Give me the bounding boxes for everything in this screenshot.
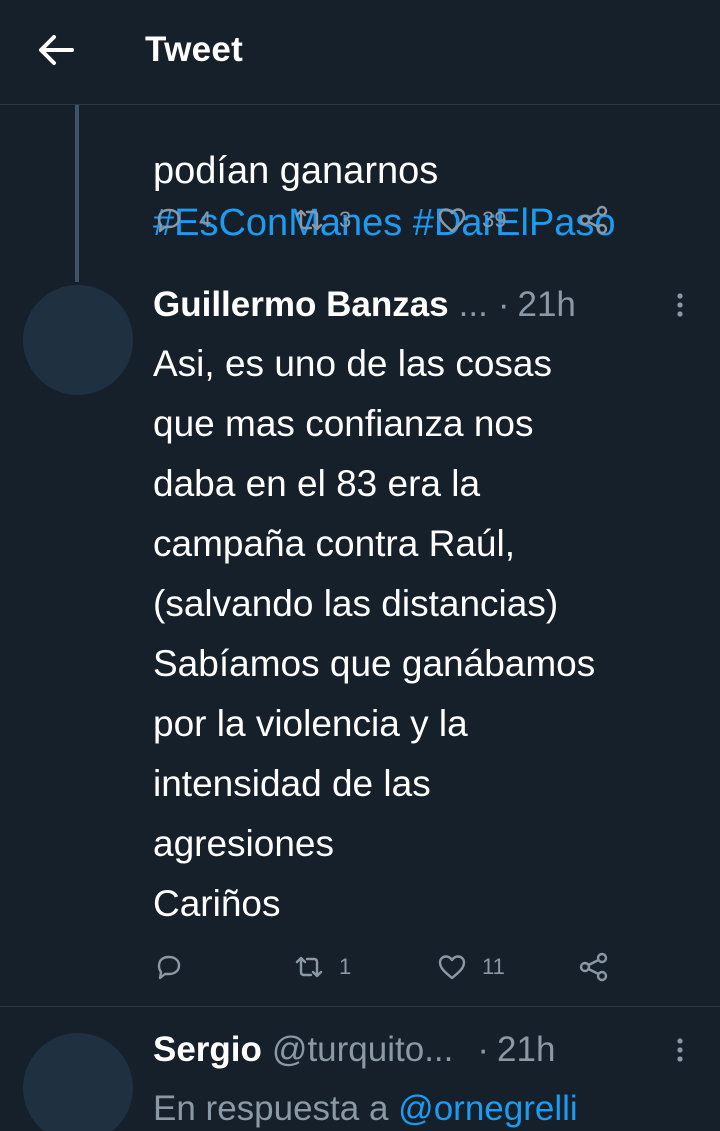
tweet-header: Sergio @turquito... · 21h: [153, 1025, 700, 1075]
like-count: 11: [482, 954, 505, 979]
timestamp[interactable]: 21h: [497, 1030, 555, 1070]
more-vertical-icon: [677, 1038, 683, 1062]
reply-tweet[interactable]: Sergio @turquito... · 21h En respuesta a…: [0, 1007, 720, 1131]
reply-prefix: En respuesta a: [153, 1089, 389, 1128]
share-icon: [579, 205, 608, 235]
reply-icon: [157, 208, 181, 233]
separator-dot: ·: [497, 285, 510, 324]
retweet-count: 3: [339, 207, 352, 232]
like-button[interactable]: 11: [436, 947, 505, 987]
heart-icon: [438, 208, 466, 233]
retweet-button[interactable]: 1: [293, 947, 351, 987]
share-button[interactable]: [578, 200, 610, 240]
more-vertical-icon: [677, 293, 683, 317]
tweet-header: Guillermo Banzas ... · 21h: [153, 280, 700, 330]
retweet-icon: [295, 209, 323, 231]
heart-icon: [438, 955, 466, 980]
author-handle[interactable]: @turquito...: [272, 1030, 453, 1070]
back-button[interactable]: [34, 28, 78, 72]
retweet-icon: [295, 956, 323, 978]
timestamp[interactable]: 21h: [517, 285, 575, 325]
reply-context: En respuesta a @ornegrelli: [153, 1089, 578, 1129]
author-name[interactable]: Sergio: [153, 1030, 262, 1070]
tweet-text: Asi, es uno de las cosas que mas confian…: [153, 343, 596, 924]
share-icon: [579, 952, 608, 982]
mention-link[interactable]: @ornegrelli: [398, 1089, 578, 1128]
share-button[interactable]: [578, 947, 610, 987]
more-button[interactable]: [660, 1025, 700, 1075]
reply-button[interactable]: [153, 947, 199, 987]
tweet-actions: 1 11: [153, 947, 623, 987]
retweet-count: 1: [339, 954, 352, 979]
page-title: Tweet: [145, 30, 244, 69]
reply-icon: [157, 955, 181, 980]
like-count: 39: [482, 207, 507, 232]
top-bar: Tweet: [0, 0, 720, 105]
arrow-left-icon: [39, 35, 74, 65]
reply-tweet[interactable]: Guillermo Banzas ... · 21h Asi, es uno d…: [0, 270, 720, 1006]
reply-count: 4: [199, 207, 212, 232]
tweet-text-partial: podían ganarnos: [153, 150, 439, 192]
author-name[interactable]: Guillermo Banzas: [153, 285, 449, 325]
more-button[interactable]: [660, 280, 700, 330]
tweet-actions: 4 3 39: [153, 200, 623, 240]
like-button[interactable]: 39: [436, 200, 506, 240]
reply-button[interactable]: 4: [153, 200, 211, 240]
avatar[interactable]: [23, 1033, 133, 1131]
separator-dot: ·: [477, 1030, 490, 1069]
retweet-button[interactable]: 3: [293, 200, 351, 240]
author-handle[interactable]: ...: [459, 285, 488, 325]
avatar[interactable]: [23, 285, 133, 395]
